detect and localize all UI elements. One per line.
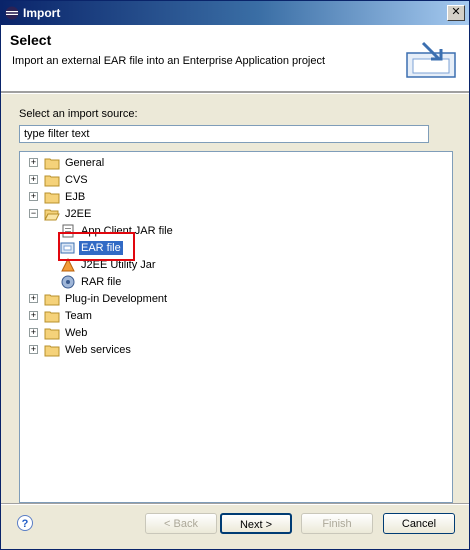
rar-icon: [60, 274, 76, 290]
tree-item-label: Web services: [65, 343, 131, 356]
expand-icon[interactable]: +: [29, 294, 38, 303]
wizard-header: Select Import an external EAR file into …: [1, 25, 469, 92]
header-separator: [1, 92, 469, 94]
title-bar[interactable]: Import ✕: [1, 1, 469, 25]
page-title: Select: [10, 32, 52, 48]
folder-icon: [44, 342, 60, 358]
tree-item[interactable]: + Web: [29, 324, 89, 341]
tree-item[interactable]: + Team: [29, 307, 94, 324]
next-button[interactable]: Next >: [220, 513, 292, 534]
tree-item[interactable]: + General: [29, 154, 106, 171]
folder-icon: [44, 325, 60, 341]
folder-icon: [44, 291, 60, 307]
eclipse-icon: [5, 6, 19, 20]
window-title: Import: [23, 6, 61, 20]
page-description: Import an external EAR file into an Ente…: [12, 55, 326, 67]
tree-item-label: RAR file: [81, 275, 122, 288]
folder-open-icon: [44, 206, 60, 222]
expand-icon[interactable]: +: [29, 192, 38, 201]
folder-icon: [44, 189, 60, 205]
folder-icon: [44, 172, 60, 188]
expand-icon[interactable]: +: [29, 175, 38, 184]
back-button[interactable]: < Back: [145, 513, 217, 534]
help-button[interactable]: ?: [17, 515, 33, 531]
collapse-icon[interactable]: −: [29, 209, 38, 218]
tree-item[interactable]: + Web services: [29, 341, 133, 358]
finish-button[interactable]: Finish: [301, 513, 373, 534]
import-wizard-icon: [406, 41, 456, 78]
expand-icon[interactable]: +: [29, 158, 38, 167]
tree-item-label: Plug-in Development: [65, 292, 168, 305]
expand-icon[interactable]: +: [29, 345, 38, 354]
tree-item-label: J2EE: [65, 207, 92, 220]
folder-icon: [44, 308, 60, 324]
tree-item-label: Web: [65, 326, 88, 339]
expand-icon[interactable]: +: [29, 328, 38, 337]
expand-icon[interactable]: +: [29, 311, 38, 320]
tree-item[interactable]: RAR file: [60, 273, 123, 290]
highlight-box: [58, 232, 135, 261]
tree-item-label: EJB: [65, 190, 86, 203]
folder-icon: [44, 155, 60, 171]
footer-separator: [1, 503, 469, 505]
tree-item-label: Team: [65, 309, 92, 322]
import-source-label: Select an import source:: [19, 108, 138, 120]
tree-item-label: CVS: [65, 173, 88, 186]
tree-item[interactable]: + CVS: [29, 171, 90, 188]
tree-item[interactable]: + EJB: [29, 188, 87, 205]
filter-input[interactable]: [19, 125, 429, 143]
cancel-button[interactable]: Cancel: [383, 513, 455, 534]
import-source-tree[interactable]: + General + CVS + EJB − J2EE App Client JAR file…: [19, 151, 453, 503]
close-button[interactable]: ✕: [447, 5, 465, 21]
tree-item[interactable]: + Plug-in Development: [29, 290, 169, 307]
tree-item[interactable]: − J2EE: [29, 205, 93, 222]
import-dialog: Import ✕ Select Import an external EAR f…: [0, 0, 470, 550]
tree-item-label: General: [65, 156, 105, 169]
